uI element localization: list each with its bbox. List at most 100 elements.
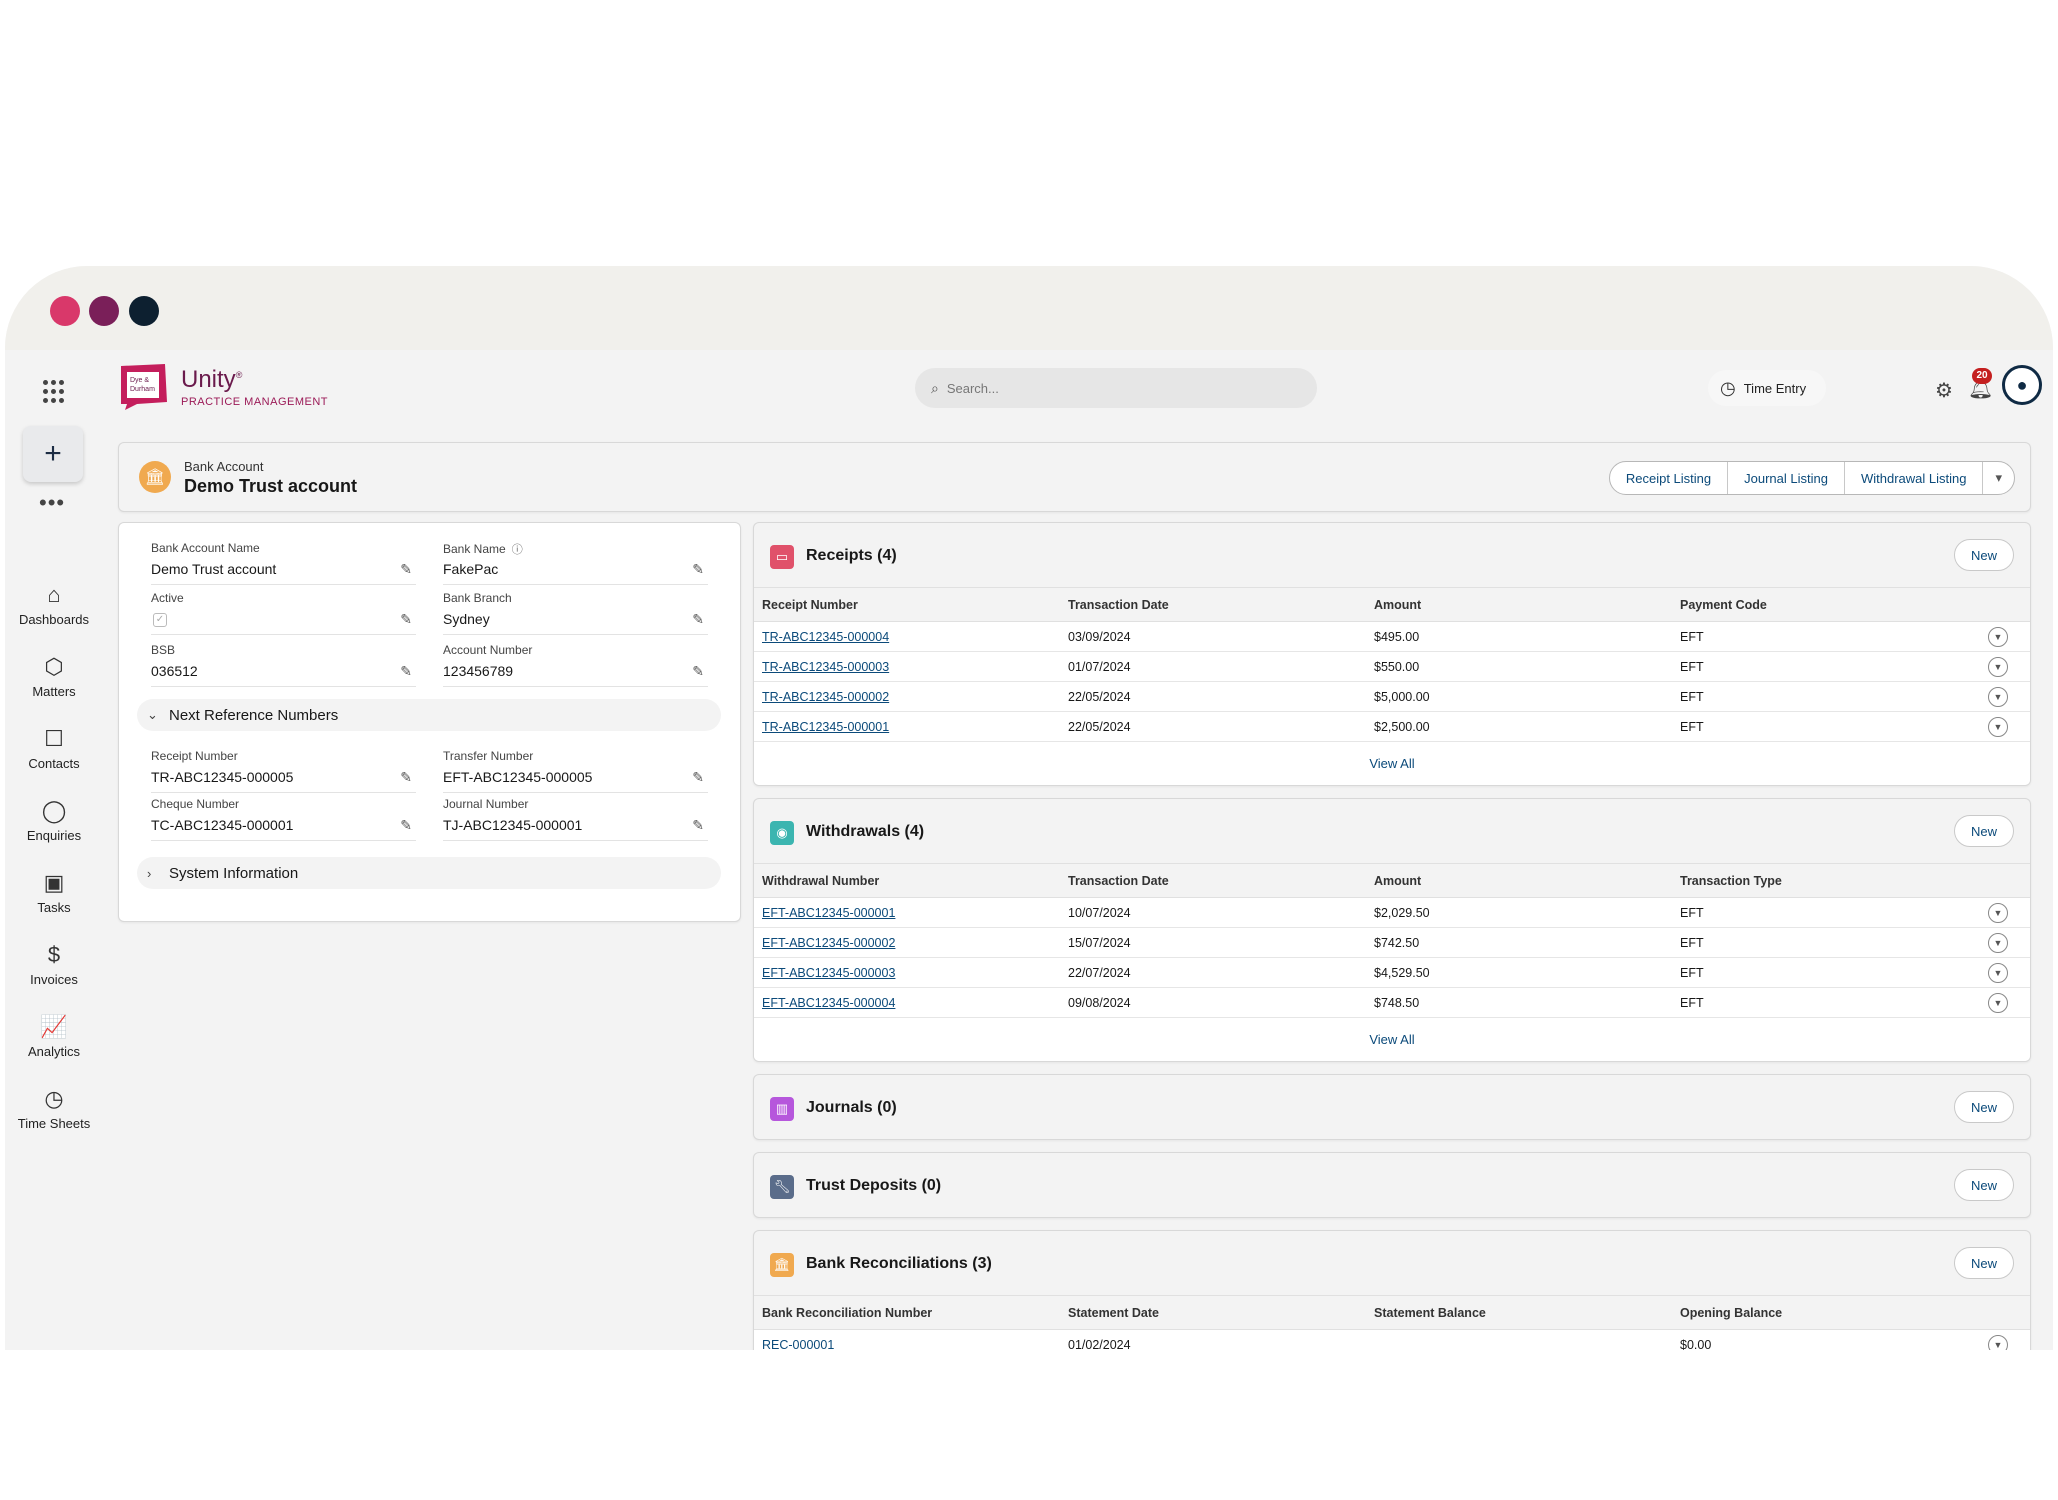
system-information-section[interactable]: › System Information	[137, 857, 721, 889]
nav-item-time-sheets[interactable]: ◷ Time Sheets	[5, 1086, 103, 1131]
receipts-view-all-link[interactable]: View All	[754, 742, 2030, 785]
new-withdrawal-button[interactable]: New	[1954, 815, 2014, 847]
receipt-listing-button[interactable]: Receipt Listing	[1610, 462, 1729, 494]
journal-icon: ▥	[770, 1097, 794, 1121]
column-header[interactable]: Amount	[1366, 587, 1672, 622]
column-header[interactable]: Transaction Type	[1672, 863, 1980, 898]
pencil-icon[interactable]: ✎	[692, 611, 704, 628]
reconciliation-link[interactable]: REC-000001	[762, 1338, 834, 1351]
row-menu-icon[interactable]: ▼	[1988, 626, 2008, 647]
logo-text-2: Durham	[130, 386, 155, 393]
window-minimize-dot[interactable]	[89, 296, 119, 326]
more-actions-button[interactable]: ▾	[1983, 462, 2014, 494]
more-options-icon[interactable]: •••	[39, 490, 65, 516]
column-header[interactable]: Bank Reconciliation Number	[754, 1295, 1060, 1330]
nav-label: Analytics	[27, 1044, 81, 1059]
window-close-dot[interactable]	[50, 296, 80, 326]
receipt-icon: ▭	[770, 545, 794, 569]
nav-item-matters[interactable]: ⬡ Matters	[5, 654, 103, 699]
withdrawal-link[interactable]: EFT-ABC12345-000004	[762, 996, 895, 1010]
detail-panel: Bank Account Name Demo Trust account ✎ B…	[118, 522, 741, 922]
app-launcher-icon[interactable]	[43, 380, 67, 404]
pencil-icon[interactable]: ✎	[692, 561, 704, 578]
table-cell: 15/07/2024	[1060, 927, 1366, 958]
table-cell: EFT	[1672, 987, 1980, 1018]
field-bank-branch: Bank Branch Sydney ✎	[443, 585, 708, 635]
column-header[interactable]: Transaction Date	[1060, 587, 1366, 622]
window-maximize-dot[interactable]	[129, 296, 159, 326]
nav-item-contacts[interactable]: ☐ Contacts	[5, 726, 103, 771]
receipt-link[interactable]: TR-ABC12345-000004	[762, 630, 889, 644]
table-cell: EFT	[1672, 651, 1980, 682]
column-header[interactable]: Payment Code	[1672, 587, 1980, 622]
table-row: TR-ABC12345-000001 22/05/2024 $2,500.00 …	[754, 711, 2030, 742]
dollar-icon: $	[47, 942, 61, 967]
receipt-link[interactable]: TR-ABC12345-000003	[762, 660, 889, 674]
new-journal-button[interactable]: New	[1954, 1091, 2014, 1123]
window-titlebar	[5, 266, 2053, 350]
field-label: Bank Branch	[443, 591, 512, 605]
pencil-icon[interactable]: ✎	[692, 663, 704, 680]
table-cell: EFT	[1672, 681, 1980, 712]
row-menu-icon[interactable]: ▼	[1988, 1334, 2008, 1350]
pencil-icon[interactable]: ✎	[400, 769, 412, 786]
row-menu-icon[interactable]: ▼	[1988, 656, 2008, 677]
pencil-icon[interactable]: ✎	[692, 817, 704, 834]
chevron-right-icon: ›	[147, 865, 152, 881]
row-menu-icon[interactable]: ▼	[1988, 686, 2008, 707]
row-menu-icon[interactable]: ▼	[1988, 992, 2008, 1013]
field-label: Bank Name	[443, 542, 506, 556]
column-header[interactable]: Withdrawal Number	[754, 863, 1060, 898]
nav-item-analytics[interactable]: 📈 Analytics	[5, 1014, 103, 1059]
column-header[interactable]: Opening Balance	[1672, 1295, 1980, 1330]
pencil-icon[interactable]: ✎	[692, 769, 704, 786]
withdrawals-view-all-link[interactable]: View All	[754, 1018, 2030, 1061]
row-menu-icon[interactable]: ▼	[1988, 902, 2008, 923]
pencil-icon[interactable]: ✎	[400, 611, 412, 628]
new-receipt-button[interactable]: New	[1954, 539, 2014, 571]
brand-subtitle: PRACTICE MANAGEMENT	[181, 396, 329, 408]
withdrawals-card: ◉ Withdrawals (4) New Withdrawal Number …	[753, 798, 2031, 1062]
nav-label: Tasks	[37, 900, 71, 915]
nav-item-enquiries[interactable]: ◯ Enquiries	[5, 798, 103, 843]
app-window: + ••• ⌂ Dashboards ⬡ Matters ☐ Contacts …	[5, 266, 2053, 1350]
receipt-link[interactable]: TR-ABC12345-000002	[762, 690, 889, 704]
column-header[interactable]: Statement Balance	[1366, 1295, 1672, 1330]
row-menu-icon[interactable]: ▼	[1988, 716, 2008, 737]
pencil-icon[interactable]: ✎	[400, 817, 412, 834]
nav-item-dashboards[interactable]: ⌂ Dashboards	[5, 582, 103, 627]
new-trust-deposit-button[interactable]: New	[1954, 1169, 2014, 1201]
receipts-table: Receipt Number Transaction Date Amount P…	[754, 587, 2030, 742]
withdrawal-listing-button[interactable]: Withdrawal Listing	[1845, 462, 1984, 494]
global-add-button[interactable]: +	[23, 426, 83, 482]
row-menu-icon[interactable]: ▼	[1988, 932, 2008, 953]
journal-listing-button[interactable]: Journal Listing	[1728, 462, 1845, 494]
avatar[interactable]: ●	[2002, 365, 2042, 405]
column-header[interactable]: Transaction Date	[1060, 863, 1366, 898]
time-entry-button[interactable]: ◷ Time Entry	[1708, 370, 1826, 406]
next-reference-numbers-section[interactable]: ⌄ Next Reference Numbers	[137, 699, 721, 731]
table-cell: EFT	[1672, 927, 1980, 958]
withdrawal-link[interactable]: EFT-ABC12345-000002	[762, 936, 895, 950]
column-header[interactable]: Statement Date	[1060, 1295, 1366, 1330]
withdrawal-link[interactable]: EFT-ABC12345-000003	[762, 966, 895, 980]
pencil-icon[interactable]: ✎	[400, 561, 412, 578]
column-header[interactable]: Receipt Number	[754, 587, 1060, 622]
search-input[interactable]: ⌕ Search...	[915, 368, 1317, 408]
receipt-link[interactable]: TR-ABC12345-000001	[762, 720, 889, 734]
field-value: 123456789	[443, 663, 514, 679]
nav-item-invoices[interactable]: $ Invoices	[5, 942, 103, 987]
nav-label: Time Sheets	[17, 1116, 91, 1131]
money-icon: ◉	[770, 821, 794, 845]
row-menu-icon[interactable]: ▼	[1988, 962, 2008, 983]
info-icon[interactable]: ⓘ	[512, 544, 523, 556]
field-label: Transfer Number	[443, 749, 534, 763]
nav-item-tasks[interactable]: ▣ Tasks	[5, 870, 103, 915]
chevron-down-icon: ▾	[1995, 470, 2002, 485]
active-checkbox[interactable]: ✓	[153, 613, 167, 627]
pencil-icon[interactable]: ✎	[400, 663, 412, 680]
gear-icon[interactable]: ⚙	[1935, 378, 1953, 403]
new-bank-reconciliation-button[interactable]: New	[1954, 1247, 2014, 1279]
column-header[interactable]: Amount	[1366, 863, 1672, 898]
withdrawal-link[interactable]: EFT-ABC12345-000001	[762, 906, 895, 920]
